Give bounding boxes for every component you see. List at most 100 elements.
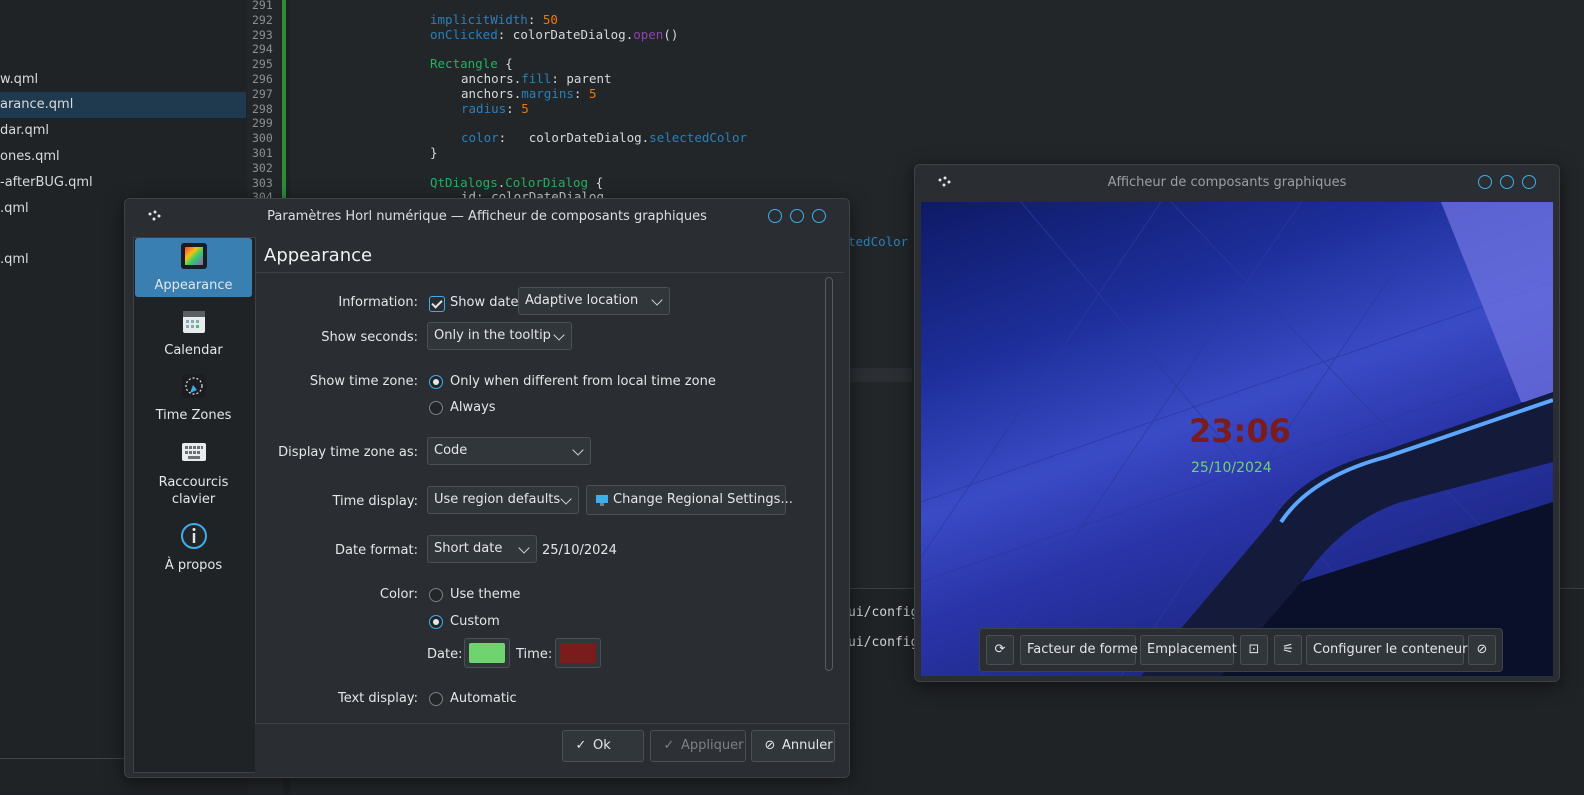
code-line: anchors.margins: 5: [461, 85, 597, 101]
line-number: 293: [252, 27, 273, 42]
timezone-always-label: Always: [450, 400, 496, 415]
settings-dialog: Paramètres Horl numérique — Afficheur de…: [124, 198, 850, 778]
settings-scroll-area[interactable]: Information: Show date Adaptive location…: [256, 273, 822, 723]
location-button[interactable]: Emplacement: [1140, 635, 1237, 665]
show-date-checkbox[interactable]: [429, 296, 445, 312]
file-item[interactable]: dar.qml: [0, 118, 246, 144]
timezone-different-radio[interactable]: [429, 375, 443, 389]
form-factor-button[interactable]: Facteur de forme: [1020, 635, 1138, 665]
apply-button[interactable]: ✓ Appliquer: [650, 730, 746, 762]
dialog-titlebar[interactable]: Paramètres Horl numérique — Afficheur de…: [125, 199, 849, 235]
code-line: Rectangle {: [430, 56, 513, 72]
sidebar-item-about[interactable]: À propos: [135, 518, 252, 578]
line-number: 294: [252, 42, 273, 57]
settings-page: Appearance Information: Show date Adapti…: [255, 237, 844, 723]
timezone-always-radio[interactable]: [429, 401, 443, 415]
cancel-button[interactable]: ⊘ Annuler: [751, 730, 835, 762]
vertical-scrollbar[interactable]: [825, 277, 833, 671]
color-theme-radio[interactable]: [429, 588, 443, 602]
ok-button[interactable]: ✓ Ok: [562, 730, 644, 762]
code-line: radius: 5: [461, 100, 529, 116]
show-date-label: Show date: [450, 295, 519, 310]
output-line: ui/config: [848, 605, 919, 620]
settings-sliders-button[interactable]: ⚟: [1274, 635, 1302, 665]
clock-date: 25/10/2024: [1191, 460, 1272, 476]
sidebar-item-shortcuts[interactable]: Raccourcis clavier: [135, 434, 252, 508]
time-color-label: Time:: [516, 647, 553, 662]
calendar-icon: [182, 311, 205, 333]
time-color-swatch: [560, 643, 596, 663]
chevron-down-icon: [518, 542, 530, 554]
page-title: Appearance: [264, 245, 373, 266]
change-regional-settings-button[interactable]: Change Regional Settings...: [586, 485, 793, 515]
line-number: 291: [252, 0, 273, 12]
git-change-marker: [282, 0, 286, 200]
maximize-button[interactable]: [790, 209, 804, 223]
date-format-combo[interactable]: Short date: [427, 535, 537, 563]
close-button[interactable]: [1522, 175, 1536, 189]
time-display-combo[interactable]: Use region defaults: [427, 486, 579, 514]
display-time-zone-label: Display time zone as:: [278, 445, 418, 460]
line-number: 292: [252, 12, 273, 27]
check-icon: ✓: [663, 738, 675, 753]
sidebar-item-label: Appearance: [154, 278, 233, 293]
color-custom-label: Custom: [450, 614, 500, 629]
widget-toolbar: ⟳ Facteur de forme Emplacement ⊡ ⚟ Confi…: [979, 628, 1503, 672]
widget-canvas[interactable]: 23:06 25/10/2024 ⟳ Facteur de forme Empl…: [921, 202, 1553, 676]
rotate-button[interactable]: ⟳: [986, 635, 1014, 665]
sliders-icon: ⚟: [1282, 642, 1294, 657]
time-display-label: Time display:: [332, 494, 418, 509]
sidebar-item-label: Time Zones: [155, 408, 232, 423]
maximize-button[interactable]: [1500, 175, 1514, 189]
keyboard-icon: [181, 443, 206, 461]
file-item[interactable]: -afterBUG.qml: [0, 170, 246, 196]
line-number: 295: [252, 57, 273, 72]
text-automatic-radio[interactable]: [429, 692, 443, 706]
sidebar-item-appearance[interactable]: Appearance: [135, 238, 252, 297]
info-icon: [180, 523, 207, 549]
line-number: 299: [252, 116, 273, 131]
date-location-combo[interactable]: Adaptive location: [518, 287, 670, 315]
line-number: 300: [252, 131, 273, 146]
clock-time: 23:06: [1189, 412, 1291, 450]
time-zone-format-combo[interactable]: Code: [427, 437, 591, 465]
color-label: Color:: [379, 587, 418, 602]
information-label: Information:: [338, 295, 418, 310]
time-color-button[interactable]: [555, 638, 601, 668]
appearance-icon: [180, 243, 207, 269]
sidebar-item-time-zones[interactable]: Time Zones: [135, 368, 252, 428]
sidebar-item-label: À propos: [164, 558, 223, 573]
show-seconds-combo[interactable]: Only in the tooltip: [427, 322, 572, 350]
line-number: 303: [252, 175, 273, 190]
close-button[interactable]: [812, 209, 826, 223]
date-color-button[interactable]: [464, 638, 510, 668]
color-custom-radio[interactable]: [429, 615, 443, 629]
sidebar-item-calendar[interactable]: Calendar: [135, 303, 252, 363]
chevron-down-icon: [553, 329, 565, 341]
cancel-icon: ⊘: [764, 738, 776, 753]
hide-button[interactable]: ⊘: [1468, 635, 1496, 665]
screenshot-button[interactable]: ⊡: [1240, 635, 1268, 665]
configure-container-button[interactable]: Configurer le conteneur: [1306, 635, 1467, 665]
text-display-label: Text display:: [337, 691, 418, 706]
line-number: 296: [252, 72, 273, 86]
file-item-selected[interactable]: arance.qml: [0, 92, 246, 118]
code-line: anchors.fill: parent: [461, 71, 612, 86]
dialog-footer: ✓ Ok ✓ Appliquer ⊘ Annuler: [255, 723, 849, 777]
category-sidebar: Appearance Calendar Time Zones Raccourci…: [133, 237, 257, 773]
color-theme-label: Use theme: [450, 587, 521, 602]
code-line: color: colorDateDialog.selectedColor: [461, 130, 748, 146]
minimize-button[interactable]: [1478, 175, 1492, 189]
minimize-button[interactable]: [768, 209, 782, 223]
file-item[interactable]: w.qml: [0, 67, 246, 93]
show-seconds-label: Show seconds:: [321, 330, 418, 345]
timezone-different-label: Only when different from local time zone: [450, 374, 716, 389]
dialog-title: Paramètres Horl numérique — Afficheur de…: [267, 209, 707, 224]
show-time-zone-label: Show time zone:: [309, 374, 418, 389]
regional-settings-icon: [596, 495, 608, 506]
date-color-swatch: [469, 643, 505, 663]
file-item[interactable]: ones.qml: [0, 144, 246, 170]
chevron-down-icon: [651, 294, 663, 306]
viewer-title: Afficheur de composants graphiques: [1107, 175, 1347, 190]
text-automatic-label: Automatic: [450, 691, 517, 706]
